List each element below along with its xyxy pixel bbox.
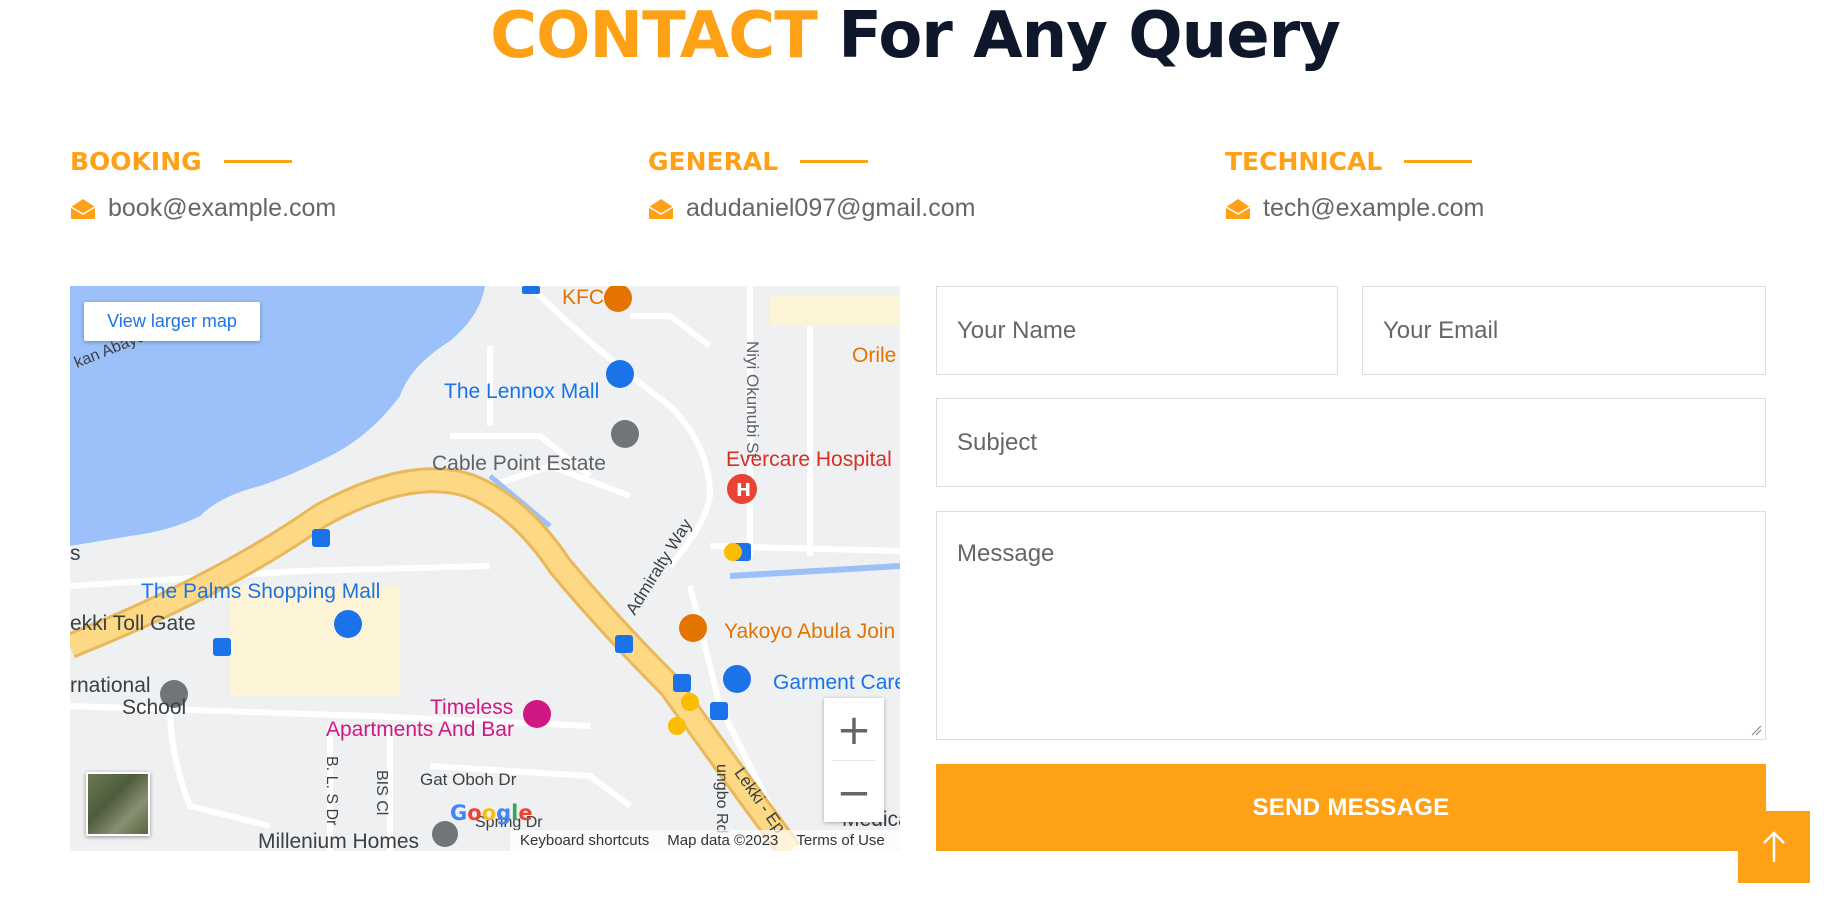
- poi-palms-pin[interactable]: [334, 610, 362, 638]
- map-label-niyi: Niyi Okunubi St: [743, 341, 762, 459]
- map-label-bls: B. L. S Dr: [323, 756, 340, 826]
- poi-timeless-pin[interactable]: [523, 700, 551, 728]
- message-field[interactable]: [936, 511, 1769, 740]
- subject-field[interactable]: [936, 398, 1766, 487]
- subject-input[interactable]: [955, 427, 1765, 458]
- message-textarea[interactable]: [955, 538, 1769, 722]
- zoom-controls: + −: [824, 698, 884, 822]
- contact-email-technical[interactable]: tech@example.com: [1225, 194, 1484, 223]
- email-input[interactable]: [1381, 315, 1765, 346]
- map-label-intl2: School: [122, 696, 187, 719]
- block-area: [770, 296, 900, 326]
- embedded-map[interactable]: H KFC Orile Niyi Okunubi St The Lennox M…: [70, 286, 900, 851]
- label-underline: [800, 159, 869, 163]
- title-accent: CONTACT: [490, 0, 818, 73]
- poi-evercare-pin[interactable]: H: [727, 474, 757, 504]
- email-text[interactable]: tech@example.com: [1263, 194, 1484, 223]
- terms-of-use-link[interactable]: Terms of Use: [796, 832, 884, 849]
- poi-yakoyo-pin[interactable]: [679, 614, 707, 642]
- map-label-yakoyo: Yakoyo Abula Join: [724, 620, 896, 643]
- contact-email-general[interactable]: adudaniel097@gmail.com: [648, 194, 975, 223]
- arrow-up-icon: [1763, 831, 1785, 862]
- title-rest: For Any Query: [816, 0, 1341, 73]
- svg-text:H: H: [736, 480, 751, 501]
- map-label-tollgate: ekki Toll Gate: [70, 612, 196, 635]
- map-label-garment: Garment Care: [773, 671, 900, 694]
- resize-handle-icon[interactable]: [1750, 724, 1762, 736]
- envelope-open-icon: [70, 198, 96, 219]
- map-label-gatoboh: Gat Oboh Dr: [420, 770, 517, 789]
- map-data-text: Map data ©2023: [667, 832, 779, 849]
- poi-cable-pin[interactable]: [611, 420, 639, 448]
- contact-label-technical: TECHNICAL: [1225, 146, 1484, 176]
- label-underline: [223, 159, 292, 163]
- label-underline: [1404, 159, 1473, 163]
- name-input[interactable]: [955, 315, 1337, 346]
- contact-email-booking[interactable]: book@example.com: [70, 194, 336, 223]
- google-logo: Google: [450, 801, 533, 825]
- map-footer: Keyboard shortcuts Map data ©2023 Terms …: [510, 830, 900, 851]
- satellite-toggle-button[interactable]: [86, 772, 150, 836]
- zoom-in-button[interactable]: +: [824, 698, 884, 760]
- envelope-open-icon: [1225, 198, 1251, 219]
- email-field[interactable]: [1362, 286, 1766, 375]
- map-label-orile: Orile: [852, 344, 897, 367]
- map-label-timeless1: Timeless: [430, 696, 514, 719]
- map-label-intl1: rnational: [70, 674, 151, 697]
- page-title: CONTACT For Any Query: [0, 0, 1830, 72]
- poi-lennox-pin[interactable]: [606, 360, 634, 388]
- email-text[interactable]: book@example.com: [108, 194, 336, 223]
- email-text[interactable]: adudaniel097@gmail.com: [686, 194, 975, 223]
- contact-label-text: TECHNICAL: [1225, 146, 1383, 176]
- map-label-evercare: Evercare Hospital: [726, 448, 892, 471]
- contact-label-text: GENERAL: [648, 146, 779, 176]
- zoom-out-button[interactable]: −: [824, 761, 884, 823]
- contact-label-text: BOOKING: [70, 146, 202, 176]
- send-message-button[interactable]: SEND MESSAGE: [936, 764, 1766, 851]
- map-label-ungbo: ungbo Rd: [713, 764, 730, 834]
- contact-booking: BOOKING book@example.com: [70, 146, 336, 223]
- keyboard-shortcuts-link[interactable]: Keyboard shortcuts: [520, 832, 649, 849]
- map-label-palms: The Palms Shopping Mall: [141, 580, 381, 603]
- contact-label-booking: BOOKING: [70, 146, 336, 176]
- map-label-bis: BIS Cl: [373, 770, 390, 816]
- envelope-open-icon: [648, 198, 674, 219]
- map-label-kfc: KFC: [562, 286, 604, 309]
- map-label-lennox: The Lennox Mall: [444, 380, 600, 403]
- contact-technical: TECHNICAL tech@example.com: [1225, 146, 1484, 223]
- name-field[interactable]: [936, 286, 1338, 375]
- map-label-cable: Cable Point Estate: [432, 452, 606, 475]
- view-larger-map-link[interactable]: View larger map: [84, 302, 260, 341]
- back-to-top-button[interactable]: [1738, 811, 1810, 883]
- poi-garment-pin[interactable]: [723, 665, 751, 693]
- contact-general: GENERAL adudaniel097@gmail.com: [648, 146, 975, 223]
- contact-label-general: GENERAL: [648, 146, 975, 176]
- map-label-millenium: Millenium Homes: [258, 830, 420, 851]
- map-label-s: s: [70, 542, 81, 565]
- map-canvas[interactable]: H: [70, 286, 900, 851]
- map-label-timeless2: Apartments And Bar: [326, 718, 514, 741]
